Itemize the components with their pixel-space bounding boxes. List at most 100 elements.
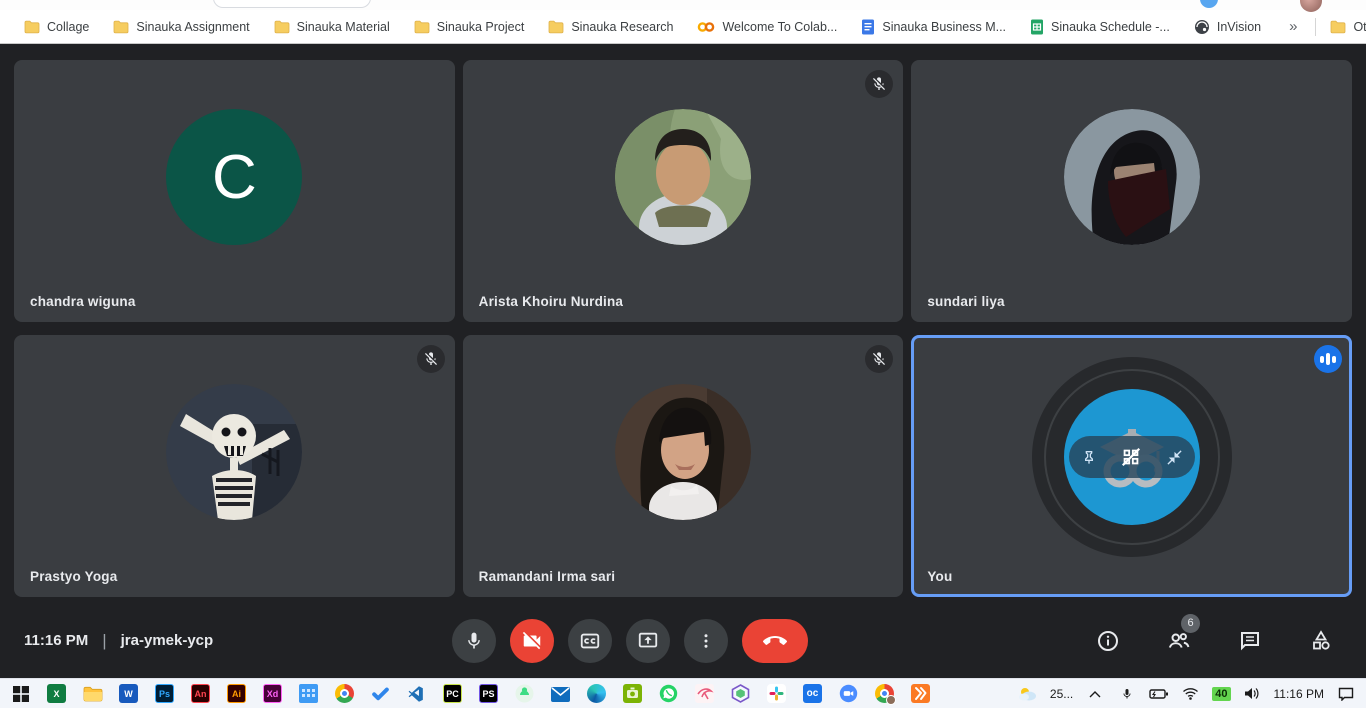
taskbar-animate-icon[interactable]: An [190, 683, 211, 704]
taskbar-xampp-icon[interactable] [910, 683, 931, 704]
tray-speaker-icon[interactable] [1242, 683, 1263, 704]
taskbar-chrome-profile-icon[interactable] [874, 683, 895, 704]
bookmark-sinauka-research[interactable]: Sinauka Research [548, 20, 673, 34]
taskbar-phpstorm-icon[interactable]: PS [478, 683, 499, 704]
taskbar-word-icon[interactable]: W [118, 683, 139, 704]
tile-hover-options [1069, 436, 1195, 478]
taskbar-slack-icon[interactable] [766, 683, 787, 704]
extension-icon[interactable] [1200, 0, 1218, 8]
video-grid: C chandra wiguna Arista K [0, 44, 1366, 603]
remove-tile-icon[interactable] [1120, 446, 1142, 468]
other-bookmarks[interactable]: Other bookmarks [1330, 20, 1366, 34]
people-count-badge: 6 [1181, 614, 1200, 633]
bookmark-invision[interactable]: InVision [1194, 19, 1261, 35]
minimize-icon[interactable] [1166, 449, 1183, 466]
taskbar-calendar-app-icon[interactable] [298, 683, 319, 704]
omnibox-bottom-edge [213, 0, 371, 8]
taskbar-illustrator-icon[interactable]: Ai [226, 683, 247, 704]
taskbar-file-explorer-icon[interactable] [82, 683, 103, 704]
tray-clock[interactable]: 11:16 PM [1274, 687, 1324, 701]
bookmark-label: Sinauka Material [297, 20, 390, 34]
tray-battery-icon[interactable] [1148, 683, 1169, 704]
more-options-button[interactable] [684, 619, 728, 663]
self-avatar-ring [1032, 357, 1232, 557]
colab-infinity-icon [697, 21, 715, 33]
taskbar-excel-icon[interactable]: X [46, 683, 67, 704]
taskbar-zoom-icon[interactable] [838, 683, 859, 704]
bookmark-sinauka-business[interactable]: Sinauka Business M... [861, 19, 1006, 35]
folder-icon [414, 20, 430, 34]
taskbar-photoshop-icon[interactable]: Ps [154, 683, 175, 704]
bookmark-collage[interactable]: Collage [24, 20, 89, 34]
captions-button[interactable] [568, 619, 612, 663]
audio-level-indicator-icon [1314, 345, 1342, 373]
action-center-icon[interactable] [1335, 683, 1356, 704]
participant-tile-chandra[interactable]: C chandra wiguna [14, 60, 455, 322]
pin-icon[interactable] [1081, 448, 1097, 466]
activities-button[interactable] [1298, 618, 1344, 664]
bookmark-label: Sinauka Business M... [882, 20, 1006, 34]
participant-name: Arista Khoiru Nurdina [479, 294, 623, 309]
taskbar-mail-icon[interactable] [550, 683, 571, 704]
tray-microphone-icon[interactable] [1116, 683, 1137, 704]
taskbar-whatsapp-icon[interactable] [658, 683, 679, 704]
bookmark-label: InVision [1217, 20, 1261, 34]
bookmark-sinauka-schedule[interactable]: Sinauka Schedule -... [1030, 19, 1170, 35]
mic-off-icon [865, 70, 893, 98]
info-icon [1096, 629, 1120, 653]
avatar-photo [1064, 109, 1200, 245]
taskbar-pycharm-icon[interactable]: PC [442, 683, 463, 704]
participant-name: Ramandani Irma sari [479, 569, 616, 584]
chat-button[interactable] [1227, 618, 1273, 664]
bookmark-label: Welcome To Colab... [722, 20, 837, 34]
battery-percent-badge[interactable]: 40 [1212, 687, 1230, 701]
avatar-letter: C [212, 142, 257, 213]
mic-off-icon [865, 345, 893, 373]
start-button[interactable] [10, 683, 31, 704]
bookmark-sinauka-assignment[interactable]: Sinauka Assignment [113, 20, 249, 34]
avatar-photo [615, 109, 751, 245]
taskbar-edge-icon[interactable] [586, 683, 607, 704]
meeting-control-bar: 11:16 PM | jra-ymek-ycp 6 [0, 603, 1366, 678]
meeting-time: 11:16 PM [24, 632, 88, 649]
camera-off-button[interactable] [510, 619, 554, 663]
more-options-icon [697, 632, 715, 650]
google-docs-icon [861, 19, 875, 35]
taskbar-chrome-icon[interactable] [334, 683, 355, 704]
taskbar-hexagon-app-icon[interactable] [730, 683, 751, 704]
bookmark-sinauka-project[interactable]: Sinauka Project [414, 20, 525, 34]
tray-chevron-icon[interactable] [1084, 683, 1105, 704]
participant-tile-ramandani[interactable]: Ramandani Irma sari [463, 335, 904, 597]
taskbar-vscode-icon[interactable] [406, 683, 427, 704]
avatar-initial: C [166, 109, 302, 245]
participant-tile-prastyo[interactable]: Prastyo Yoga [14, 335, 455, 597]
captions-icon [579, 630, 601, 652]
windows-taskbar: X W Ps An Ai Xd PC PS [0, 678, 1366, 708]
participant-name: Prastyo Yoga [30, 569, 117, 584]
people-button[interactable]: 6 [1156, 618, 1202, 664]
participant-name: sundari liya [927, 294, 1004, 309]
bookmark-welcome-to-colab[interactable]: Welcome To Colab... [697, 20, 837, 34]
end-call-button[interactable] [742, 619, 808, 663]
activities-icon [1309, 629, 1333, 653]
avatar-photo [166, 384, 302, 520]
participant-tile-arista[interactable]: Arista Khoiru Nurdina [463, 60, 904, 322]
tray-wifi-icon[interactable] [1180, 683, 1201, 704]
bookmarks-divider [1315, 18, 1316, 36]
weather-temperature[interactable]: 25... [1050, 687, 1073, 701]
taskbar-oc-blue-app-icon[interactable]: oc [802, 683, 823, 704]
bookmark-sinauka-material[interactable]: Sinauka Material [274, 20, 390, 34]
meeting-details-button[interactable] [1085, 618, 1131, 664]
participant-tile-sundari[interactable]: sundari liya [911, 60, 1352, 322]
bookmark-label: Sinauka Schedule -... [1051, 20, 1170, 34]
taskbar-pink-sketch-app-icon[interactable] [694, 683, 715, 704]
taskbar-android-icon[interactable] [514, 683, 535, 704]
taskbar-emulator-icon[interactable] [622, 683, 643, 704]
microphone-button[interactable] [452, 619, 496, 663]
taskbar-todo-check-icon[interactable] [370, 683, 391, 704]
participant-tile-you[interactable]: You [911, 335, 1352, 597]
bookmarks-overflow-chevron[interactable]: » [1285, 18, 1301, 35]
present-screen-button[interactable] [626, 619, 670, 663]
weather-icon[interactable] [1018, 683, 1039, 704]
taskbar-adobe-xd-icon[interactable]: Xd [262, 683, 283, 704]
